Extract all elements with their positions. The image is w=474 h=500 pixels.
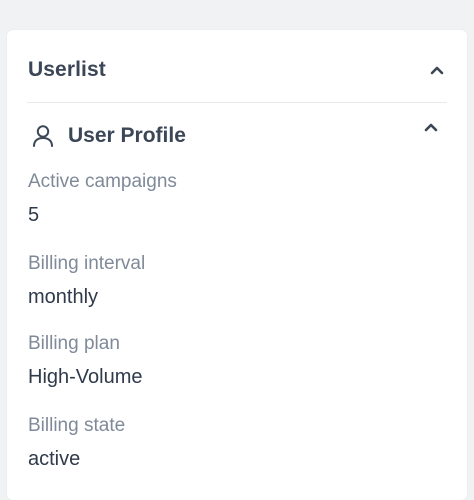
user-profile-section-header[interactable]: User Profile <box>28 123 448 153</box>
field-billing-interval: Billing interval monthly <box>28 252 145 309</box>
field-value: active <box>28 448 81 470</box>
field-label: Billing plan <box>28 333 120 354</box>
field-active-campaigns: Active campaigns 5 <box>28 170 177 227</box>
chevron-up-icon[interactable] <box>424 122 438 132</box>
user-icon <box>32 124 54 148</box>
field-label: Active campaigns <box>28 171 177 192</box>
field-label: Billing interval <box>28 253 146 274</box>
field-billing-plan: Billing plan High-Volume <box>28 332 143 389</box>
field-value: monthly <box>28 286 99 308</box>
field-value: High-Volume <box>28 366 143 388</box>
divider <box>27 102 447 103</box>
field-value: 5 <box>28 204 40 226</box>
section-title: User Profile <box>68 124 186 147</box>
field-label: Billing state <box>28 415 126 436</box>
userlist-panel: Userlist User Profile Active campaigns 5… <box>7 30 467 500</box>
field-billing-state: Billing state active <box>28 414 125 471</box>
panel-title: Userlist <box>28 58 106 81</box>
panel-header[interactable]: Userlist <box>7 30 467 104</box>
chevron-up-icon[interactable] <box>430 65 444 75</box>
